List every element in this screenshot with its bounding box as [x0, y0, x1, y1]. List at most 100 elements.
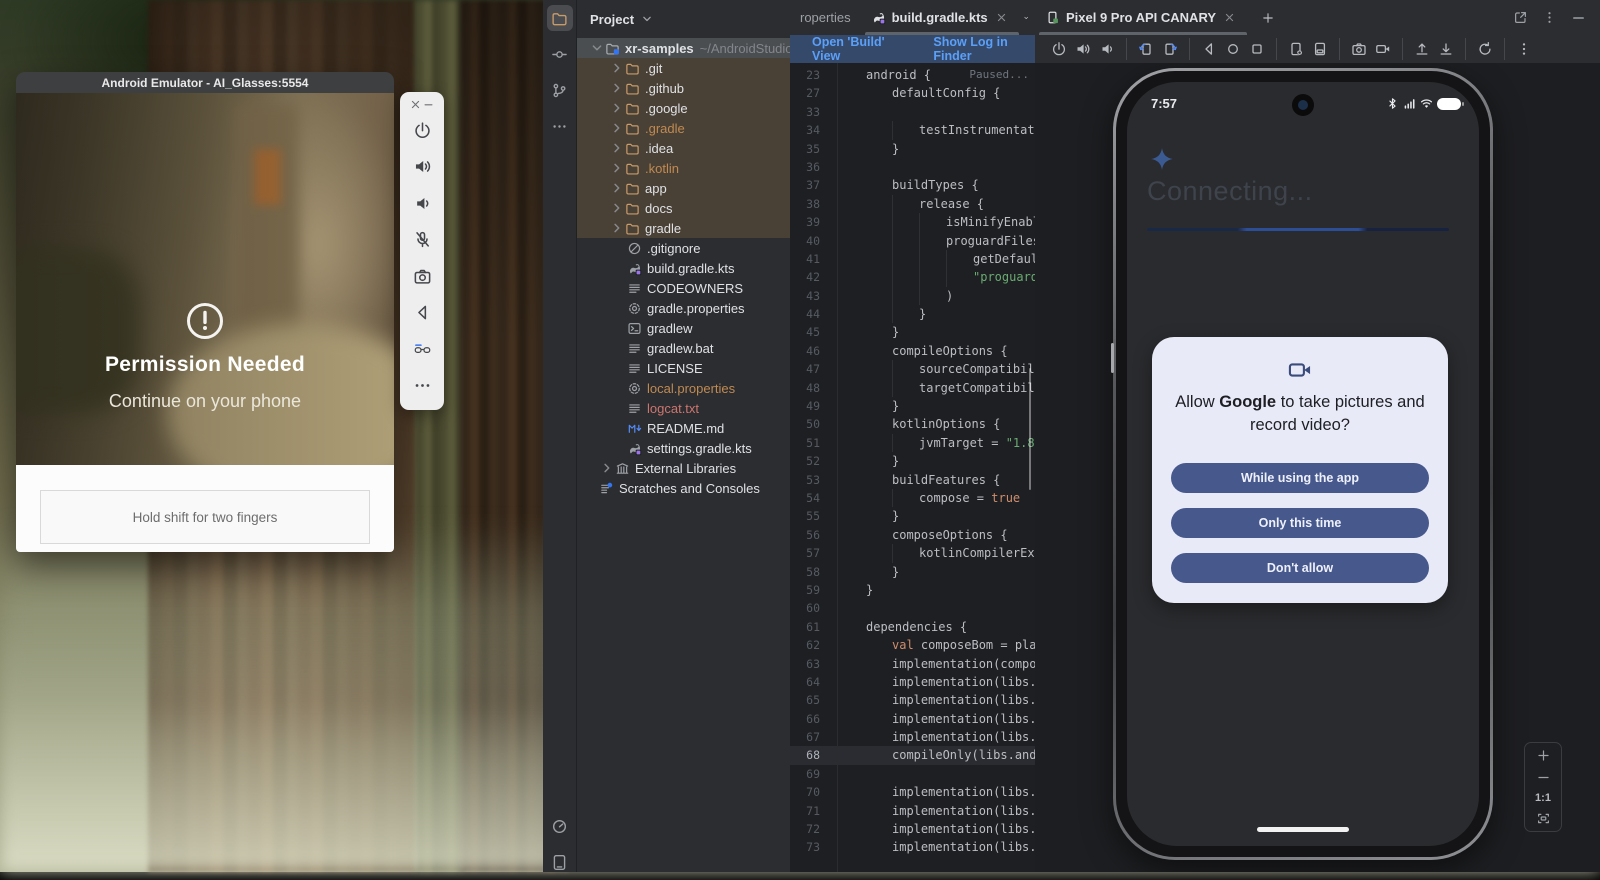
code-line-65[interactable]: 65implementation(libs.andro — [790, 691, 1035, 709]
tab-list-chevron-icon[interactable] — [1023, 10, 1029, 26]
device-power-button[interactable] — [1047, 38, 1071, 60]
tree-item-gradlew[interactable]: gradlew — [577, 318, 790, 338]
tree-item-app[interactable]: app — [577, 178, 790, 198]
chevron-right-icon[interactable] — [599, 460, 615, 476]
phone-screen[interactable]: 7:57 Connecting... Allow Google — [1127, 82, 1479, 846]
code-line-49[interactable]: 49} — [790, 397, 1035, 415]
code-line-57[interactable]: 57kotlinCompilerExtension — [790, 544, 1035, 562]
tree-item-local-properties[interactable]: local.properties — [577, 378, 790, 398]
code-line-42[interactable]: 42"proguard-rules.pro" — [790, 268, 1035, 286]
code-line-46[interactable]: 46compileOptions { — [790, 342, 1035, 360]
code-line-58[interactable]: 58} — [790, 563, 1035, 581]
tree-item--kotlin[interactable]: .kotlin — [577, 158, 790, 178]
dont-allow-button[interactable]: Don't allow — [1171, 553, 1429, 583]
tree-item--github[interactable]: .github — [577, 78, 790, 98]
chevron-right-icon[interactable] — [609, 180, 625, 196]
hide-panel-icon[interactable] — [1571, 10, 1586, 25]
editor-scrollbar[interactable] — [1029, 368, 1031, 490]
code-line-69[interactable]: 69 — [790, 765, 1035, 783]
code-line-41[interactable]: 41getDefaultProguardFile( — [790, 250, 1035, 268]
device-device-settings-button[interactable] — [1284, 38, 1308, 60]
power-button[interactable] — [400, 112, 444, 149]
tree-item-readme-md[interactable]: README.md — [577, 418, 790, 438]
while-using-app-button[interactable]: While using the app — [1171, 463, 1429, 493]
code-line-38[interactable]: 38release { — [790, 195, 1035, 213]
close-tab-icon[interactable] — [996, 12, 1007, 23]
close-tab-icon[interactable] — [1224, 12, 1235, 23]
device-recents-button[interactable] — [1245, 38, 1269, 60]
kebab-menu-icon[interactable] — [1542, 10, 1557, 25]
tree-item-license[interactable]: LICENSE — [577, 358, 790, 378]
tree-item-gradle[interactable]: gradle — [577, 218, 790, 238]
chevron-right-icon[interactable] — [609, 120, 625, 136]
toolstrip-gauge-button[interactable] — [543, 808, 576, 844]
code-line-64[interactable]: 64implementation(libs.andro — [790, 673, 1035, 691]
back-tri-button[interactable] — [400, 295, 444, 332]
code-line-44[interactable]: 44} — [790, 305, 1035, 323]
tree-item--git[interactable]: .git — [577, 58, 790, 78]
volume-down-button[interactable] — [400, 185, 444, 222]
code-line-72[interactable]: 72implementation(libs.andro — [790, 820, 1035, 838]
code-line-63[interactable]: 63implementation(composeBom — [790, 655, 1035, 673]
code-line-40[interactable]: 40proguardFiles( — [790, 232, 1035, 250]
emulator-screen[interactable]: Permission Needed Continue on your phone — [16, 93, 394, 465]
code-line-55[interactable]: 55} — [790, 507, 1035, 525]
only-this-time-button[interactable]: Only this time — [1171, 508, 1429, 538]
mic-off-button[interactable] — [400, 222, 444, 259]
code-editor[interactable]: 23android {Paused...27defaultConfig {333… — [790, 63, 1035, 872]
code-line-47[interactable]: 47sourceCompatibility — [790, 360, 1035, 378]
code-line-59[interactable]: 59} — [790, 581, 1035, 599]
tree-item-gradle-properties[interactable]: gradle.properties — [577, 298, 790, 318]
glasses-button[interactable] — [400, 331, 444, 368]
volume-up-button[interactable] — [400, 149, 444, 186]
code-line-35[interactable]: 35} — [790, 140, 1035, 158]
device-restart-button[interactable] — [1473, 38, 1497, 60]
chevron-right-icon[interactable] — [609, 80, 625, 96]
code-line-23[interactable]: 23android {Paused... — [790, 66, 1035, 84]
camera-button[interactable] — [400, 258, 444, 295]
code-line-33[interactable]: 33 — [790, 103, 1035, 121]
tree-item-scratches-and-consoles[interactable]: Scratches and Consoles — [577, 478, 790, 498]
toolstrip-devicemgr-button[interactable] — [543, 844, 576, 880]
tree-item-logcat-txt[interactable]: logcat.txt — [577, 398, 790, 418]
zoom-fit-icon[interactable] — [1536, 811, 1551, 826]
toolstrip-vcs-button[interactable] — [543, 72, 576, 108]
code-line-50[interactable]: 50kotlinOptions { — [790, 415, 1035, 433]
tree-item-gradlew-bat[interactable]: gradlew.bat — [577, 338, 790, 358]
device-volume-up-button[interactable] — [1071, 38, 1095, 60]
chevron-down-icon[interactable] — [589, 40, 605, 56]
open-build-view-link[interactable]: Open 'Build' View — [812, 35, 903, 63]
device-rotate-right-button[interactable] — [1158, 38, 1182, 60]
code-line-66[interactable]: 66implementation(libs.andro — [790, 710, 1035, 728]
code-line-56[interactable]: 56composeOptions { — [790, 526, 1035, 544]
code-line-61[interactable]: 61dependencies { — [790, 618, 1035, 636]
device-download-button[interactable] — [1434, 38, 1458, 60]
toolstrip-more-h-button[interactable] — [543, 108, 576, 144]
device-device-keyboard-button[interactable] — [1308, 38, 1332, 60]
code-line-67[interactable]: 67implementation(libs.kotli — [790, 728, 1035, 746]
tree-item--gitignore[interactable]: .gitignore — [577, 238, 790, 258]
new-tab-icon[interactable] — [1261, 11, 1275, 25]
tab-build-gradle-kts[interactable]: build.gradle.kts — [861, 0, 1023, 35]
code-line-54[interactable]: 54compose = true — [790, 489, 1035, 507]
chevron-right-icon[interactable] — [609, 60, 625, 76]
code-line-34[interactable]: 34testInstrumentationRunner — [790, 121, 1035, 139]
zoom-out-icon[interactable] — [1536, 770, 1551, 785]
tab-pixel-9-pro[interactable]: Pixel 9 Pro API CANARY — [1035, 0, 1251, 35]
toolstrip-folder-button[interactable] — [543, 0, 576, 36]
device-home-button[interactable] — [1221, 38, 1245, 60]
code-line-70[interactable]: 70implementation(libs.mater — [790, 783, 1035, 801]
code-line-52[interactable]: 52} — [790, 452, 1035, 470]
tree-item--gradle[interactable]: .gradle — [577, 118, 790, 138]
device-camera-button[interactable] — [1347, 38, 1371, 60]
code-line-39[interactable]: 39isMinifyEnabled — [790, 213, 1035, 231]
code-line-51[interactable]: 51jvmTarget = "1.8" — [790, 434, 1035, 452]
chevron-right-icon[interactable] — [609, 100, 625, 116]
code-line-73[interactable]: 73implementation(libs.andro — [790, 838, 1035, 856]
code-line-43[interactable]: 43) — [790, 287, 1035, 305]
more-h-button[interactable] — [400, 368, 444, 405]
code-line-48[interactable]: 48targetCompatibility — [790, 379, 1035, 397]
code-line-71[interactable]: 71implementation(libs.andro — [790, 802, 1035, 820]
tree-item-build-gradle-kts[interactable]: build.gradle.kts — [577, 258, 790, 278]
chevron-right-icon[interactable] — [609, 160, 625, 176]
